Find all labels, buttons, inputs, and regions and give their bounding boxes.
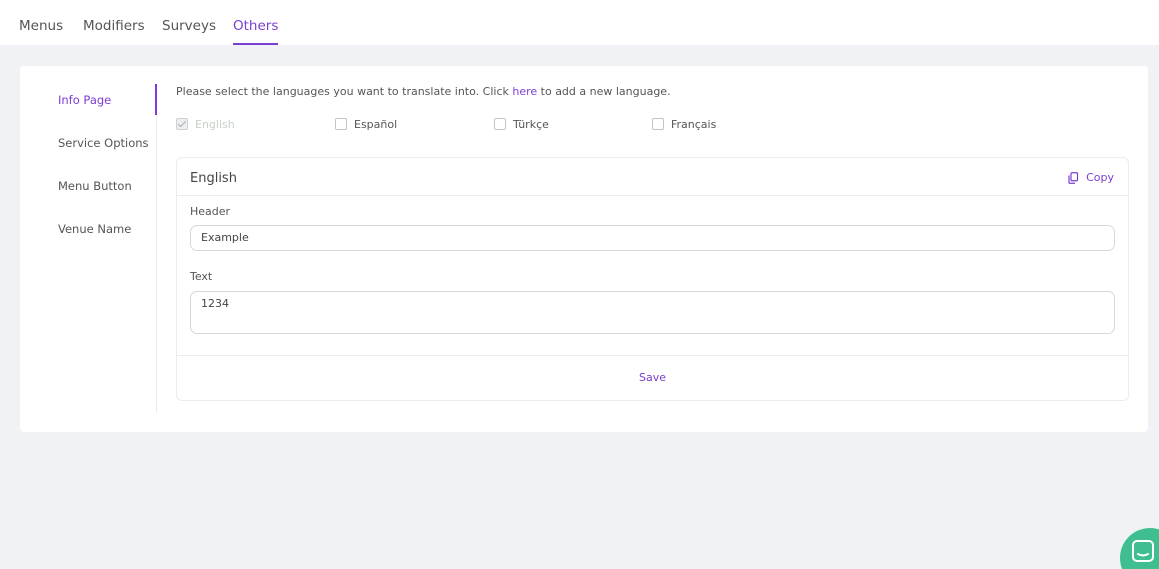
language-label: Español bbox=[354, 117, 398, 131]
copy-button[interactable]: Copy bbox=[1068, 171, 1114, 184]
sidebar-item-service-options[interactable]: Service Options bbox=[58, 136, 149, 150]
copy-icon bbox=[1068, 171, 1079, 184]
language-label: Français bbox=[671, 117, 717, 131]
instruction-text-end: to add a new language. bbox=[537, 85, 671, 98]
language-label: English bbox=[195, 117, 235, 131]
language-option-espanol[interactable]: Español bbox=[335, 117, 397, 131]
language-option-francais[interactable]: Français bbox=[652, 117, 716, 131]
francais-checkbox[interactable] bbox=[652, 118, 664, 130]
panel-header: English Copy bbox=[177, 158, 1128, 196]
language-option-turkce[interactable]: Türkçe bbox=[494, 117, 549, 131]
panel-footer-divider bbox=[177, 355, 1128, 356]
language-label: Türkçe bbox=[513, 117, 549, 131]
english-checkbox bbox=[176, 118, 188, 130]
chat-icon bbox=[1132, 540, 1154, 562]
sidebar-item-venue-name[interactable]: Venue Name bbox=[58, 222, 131, 236]
tab-menus[interactable]: Menus bbox=[19, 18, 63, 45]
turkce-checkbox[interactable] bbox=[494, 118, 506, 130]
top-navigation: Menus Modifiers Surveys Others bbox=[0, 0, 1159, 45]
sidebar-divider bbox=[156, 84, 157, 413]
language-option-english: English bbox=[176, 117, 235, 131]
content-card: Info Page Service Options Menu Button Ve… bbox=[20, 66, 1148, 432]
sidebar-item-menu-button[interactable]: Menu Button bbox=[58, 179, 132, 193]
instruction-text-start: Please select the languages you want to … bbox=[176, 85, 513, 98]
header-input[interactable]: Example bbox=[190, 225, 1115, 251]
sidebar-active-indicator bbox=[155, 84, 157, 115]
tab-surveys[interactable]: Surveys bbox=[162, 18, 216, 45]
text-field-label: Text bbox=[190, 270, 213, 283]
tab-modifiers[interactable]: Modifiers bbox=[83, 18, 145, 45]
sidebar-item-info-page[interactable]: Info Page bbox=[58, 93, 111, 107]
save-button[interactable]: Save bbox=[177, 371, 1128, 384]
header-field-label: Header bbox=[190, 205, 231, 218]
chat-launcher-button[interactable] bbox=[1120, 528, 1159, 569]
tab-others[interactable]: Others bbox=[233, 18, 279, 45]
panel-title: English bbox=[190, 171, 237, 186]
espanol-checkbox[interactable] bbox=[335, 118, 347, 130]
language-instruction: Please select the languages you want to … bbox=[176, 85, 671, 98]
translation-panel: English Copy Header Example Text 1234 Sa… bbox=[176, 157, 1129, 401]
add-language-link[interactable]: here bbox=[512, 85, 537, 98]
text-textarea[interactable]: 1234 bbox=[190, 291, 1115, 334]
copy-label: Copy bbox=[1086, 171, 1114, 184]
